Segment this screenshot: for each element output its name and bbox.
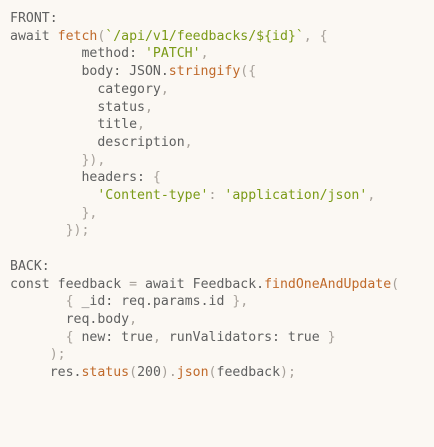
code-snippet: FRONT: await fetch(`/api/v1/feedbacks/${i… <box>0 0 434 447</box>
code-token-attr: status <box>10 99 145 115</box>
code-token-string: 'Content-type' <box>10 188 209 204</box>
code-token-punct: , <box>129 311 138 327</box>
code-line: }, <box>10 205 434 223</box>
code-token-literal: true <box>287 329 328 345</box>
code-line: }); <box>10 222 434 240</box>
code-token-punct: ( <box>129 365 138 381</box>
code-token-function: fetch <box>57 28 98 44</box>
code-token-punct: ({ <box>240 64 257 80</box>
code-token-attr: method: <box>10 46 145 62</box>
code-token-string: 'application/json' <box>224 188 368 204</box>
code-line: res.status(200).json(feedback); <box>10 364 434 382</box>
code-line: }), <box>10 152 434 170</box>
code-line: req.body, <box>10 311 434 329</box>
code-token-attr: description <box>10 134 185 150</box>
code-token-attr: _id: <box>81 294 122 310</box>
code-token-attr: req.body <box>10 311 130 327</box>
code-line: description, <box>10 134 434 152</box>
code-token-punct: , <box>184 134 193 150</box>
code-token-label: BACK: <box>10 258 50 274</box>
code-token-function: json <box>176 365 209 381</box>
code-token-punct: ); <box>280 365 296 381</box>
code-token-punct: , <box>367 188 376 204</box>
code-token-punct: }, <box>232 294 249 310</box>
code-line: { _id: req.params.id }, <box>10 293 434 311</box>
code-token-attr: Feedback. <box>192 276 265 292</box>
code-token-function: findOneAndUpdate <box>264 276 392 292</box>
code-line: BACK: <box>10 258 434 276</box>
code-token-punct: : <box>208 188 225 204</box>
code-token-literal: true <box>121 329 153 345</box>
code-line: const feedback = await Feedback.findOneA… <box>10 276 434 294</box>
code-token-attr: req.params.id <box>121 294 233 310</box>
code-token-attr: new: <box>81 329 122 345</box>
code-token-string: `/api/v1/feedbacks/${id}` <box>105 28 304 44</box>
code-token-attr: res. <box>10 365 82 381</box>
code-token-punct: , <box>160 81 169 97</box>
code-token-attr: body: <box>10 64 130 80</box>
code-token-punct: , <box>144 99 153 115</box>
code-line: body: JSON.stringify({ <box>10 63 434 81</box>
code-token-punct: , <box>200 46 209 62</box>
code-line: await fetch(`/api/v1/feedbacks/${id}`, { <box>10 28 434 46</box>
code-token-punct: , <box>152 329 169 345</box>
code-token-punct: ( <box>208 365 217 381</box>
code-token-punct: { <box>10 294 82 310</box>
code-token-punct: { <box>10 329 82 345</box>
code-token-attr: headers: <box>10 170 153 186</box>
code-line: { new: true, runValidators: true } <box>10 329 434 347</box>
code-token-punct: }), <box>10 152 106 168</box>
code-token-keyword: await <box>10 28 58 44</box>
code-token-punct: }, <box>10 205 98 221</box>
code-line: title, <box>10 116 434 134</box>
code-token-punct: ( <box>391 276 400 292</box>
code-token-punct: , { <box>303 28 328 44</box>
code-token-punct: ); <box>10 347 66 363</box>
code-line: headers: { <box>10 169 434 187</box>
code-line: category, <box>10 81 434 99</box>
code-token-attr: title <box>10 117 138 133</box>
code-line: method: 'PATCH', <box>10 45 434 63</box>
code-token-attr: category <box>10 81 161 97</box>
code-token-attr: runValidators: <box>168 329 288 345</box>
code-token-number: 200 <box>137 365 161 381</box>
code-token-keyword: const <box>10 276 58 292</box>
code-token-punct: ). <box>160 365 177 381</box>
code-token-function: stringify <box>168 64 241 80</box>
code-token-attr: feedback <box>57 276 130 292</box>
code-token-punct: } <box>327 329 336 345</box>
code-token-punct: }); <box>10 223 90 239</box>
code-line: status, <box>10 99 434 117</box>
code-line: 'Content-type': 'application/json', <box>10 187 434 205</box>
code-token-attr: feedback <box>216 365 281 381</box>
code-token-punct: { <box>152 170 161 186</box>
code-token-keyword: JSON. <box>129 64 169 80</box>
code-line: FRONT: <box>10 10 434 28</box>
code-token-string: 'PATCH' <box>144 46 201 62</box>
code-token-function: status <box>81 365 130 381</box>
code-token-punct: = <box>129 276 145 292</box>
code-line: ); <box>10 346 434 364</box>
code-token-label: FRONT: <box>10 11 58 26</box>
code-token-keyword: await <box>145 276 193 292</box>
code-token-punct: , <box>137 117 145 133</box>
